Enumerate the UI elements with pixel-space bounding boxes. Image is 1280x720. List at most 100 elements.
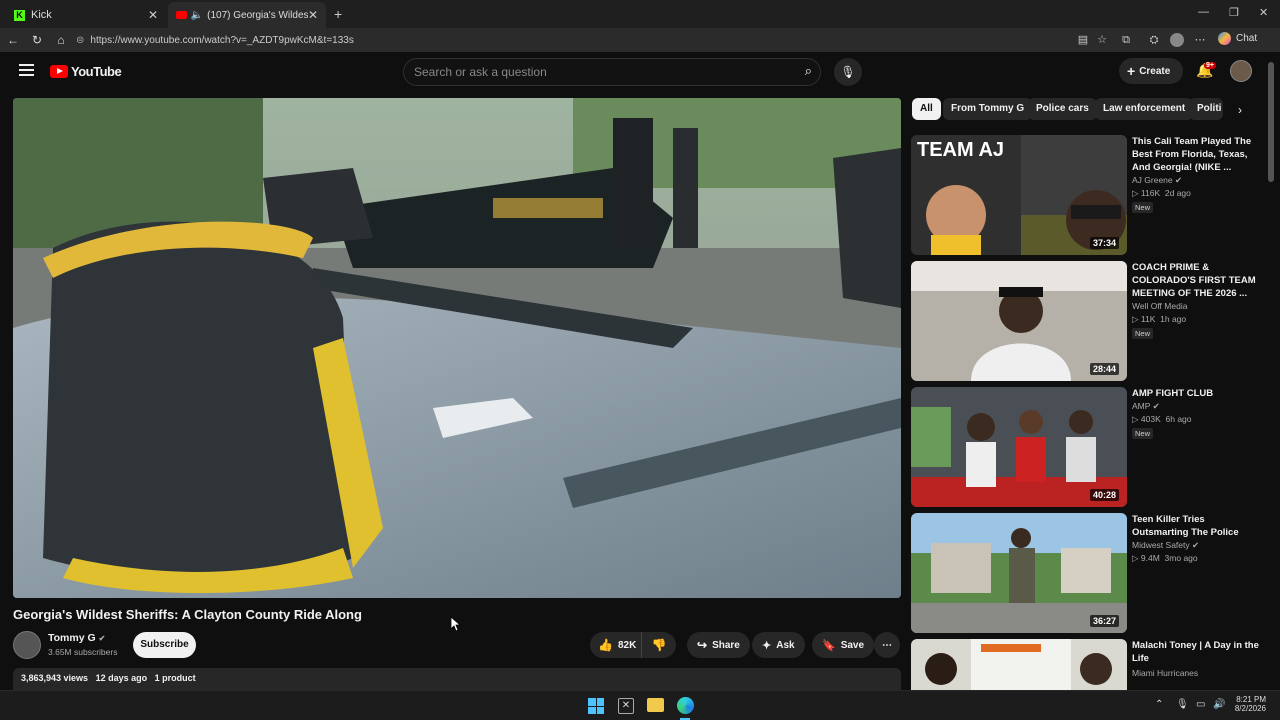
logo-text: YouTube <box>71 64 122 79</box>
network-icon[interactable]: ▭ <box>1196 699 1205 710</box>
restore-icon[interactable]: ❐ <box>1229 6 1239 19</box>
video-player[interactable] <box>13 98 901 598</box>
related-meta: ▷ 11K 1h ago <box>1132 314 1187 324</box>
url-field[interactable]: ⊜ https://www.youtube.com/watch?v=_AZDT9… <box>76 31 1076 49</box>
tab-label: (107) Georgia's Wildest Sheriff <box>207 9 308 21</box>
more-menu-icon[interactable]: ⋯ <box>1193 33 1207 47</box>
related-title[interactable]: Teen Killer Tries Outsmarting The Police <box>1132 513 1262 539</box>
related-age: 2d ago <box>1164 188 1191 198</box>
video-thumbnail[interactable]: 40:28 <box>911 387 1127 507</box>
related-video[interactable]: 36:27 Teen Killer Tries Outsmarting The … <box>911 513 1261 633</box>
avatar[interactable] <box>1230 60 1252 82</box>
description-box[interactable]: 3,863,943 views 12 days ago 1 product <box>13 668 901 690</box>
scrollbar-thumb[interactable] <box>1268 62 1274 182</box>
home-icon[interactable]: ⌂ <box>54 33 68 47</box>
edge-browser-icon[interactable] <box>677 697 694 714</box>
related-views: 9.4M <box>1140 553 1160 563</box>
related-video[interactable]: 40:28 AMP FIGHT CLUB AMP ✔ ▷ 403K 6h ago… <box>911 387 1261 507</box>
hamburger-menu-icon[interactable] <box>19 64 34 76</box>
plus-icon: + <box>1127 63 1136 79</box>
like-button[interactable]: 👍 82K <box>590 632 642 658</box>
clock-time: 8:21 PM <box>1236 695 1266 704</box>
clock[interactable]: 8:21 PM 8/2/2026 <box>1232 695 1266 713</box>
clock-date: 8/2/2026 <box>1234 704 1266 713</box>
search-icon[interactable]: ⌕ <box>805 63 812 79</box>
channel-avatar[interactable] <box>13 631 41 659</box>
chip-politics[interactable]: Politi <box>1189 98 1223 120</box>
video-thumbnail[interactable] <box>911 639 1127 690</box>
file-explorer-icon[interactable] <box>647 698 664 712</box>
thumbs-down-icon: 👎 <box>651 638 667 652</box>
chip-from-tommy-g[interactable]: From Tommy G <box>943 98 1033 120</box>
new-tab-icon[interactable]: + <box>334 6 342 22</box>
kick-icon: K <box>14 9 25 21</box>
youtube-logo[interactable]: YouTube <box>50 64 122 79</box>
ask-button[interactable]: ✦ Ask <box>752 632 805 658</box>
tab-kick[interactable]: K Kick ✕ <box>6 2 166 28</box>
copilot-icon <box>1218 32 1231 45</box>
profile-icon[interactable] <box>1170 33 1184 47</box>
video-thumbnail[interactable]: 28:44 <box>911 261 1127 381</box>
related-video[interactable]: 28:44 COACH PRIME & COLORADO'S FIRST TEA… <box>911 261 1261 381</box>
related-channel[interactable]: AJ Greene ✔ <box>1132 175 1182 186</box>
collections-icon[interactable]: ⛭ <box>1147 33 1161 47</box>
save-button[interactable]: 🔖 Save <box>812 632 875 658</box>
reader-icon[interactable]: ▤ <box>1076 33 1090 47</box>
chip-law-enforcement[interactable]: Law enforcement <box>1095 98 1194 120</box>
tab-youtube[interactable]: 🔈 (107) Georgia's Wildest Sheriff ✕ <box>168 2 326 28</box>
volume-icon[interactable]: 🔊 <box>1213 699 1225 710</box>
ask-label: Ask <box>776 639 795 651</box>
duration-badge: 37:34 <box>1089 237 1119 249</box>
save-label: Save <box>840 639 865 651</box>
site-info-icon[interactable]: ⊜ <box>76 35 84 46</box>
product-count: 1 product <box>154 673 196 683</box>
related-title[interactable]: This Cali Team Played The Best From Flor… <box>1132 135 1262 174</box>
related-channel[interactable]: Well Off Media <box>1132 301 1187 311</box>
related-title[interactable]: AMP FIGHT CLUB <box>1132 387 1262 400</box>
share-icon: ↪ <box>697 638 708 652</box>
more-actions-button[interactable]: ⋯ <box>874 632 900 658</box>
chevron-right-icon[interactable]: › <box>1230 100 1250 120</box>
duration-badge: 36:27 <box>1089 615 1119 627</box>
search-input[interactable]: Search or ask a question ⌕ <box>403 58 821 86</box>
back-icon[interactable]: ← <box>6 33 20 47</box>
reload-icon[interactable]: ↻ <box>30 33 44 47</box>
extensions-icon[interactable]: ⧉ <box>1119 33 1133 47</box>
duration-badge: 40:28 <box>1089 489 1119 501</box>
subscribe-button[interactable]: Subscribe <box>133 632 196 658</box>
chevron-up-icon[interactable]: ⌃ <box>1155 699 1163 710</box>
create-button[interactable]: + Create <box>1119 58 1183 84</box>
favorite-icon[interactable]: ☆ <box>1095 33 1109 47</box>
related-title[interactable]: COACH PRIME & COLORADO'S FIRST TEAM MEET… <box>1132 261 1262 300</box>
chip-police-cars[interactable]: Police cars <box>1028 98 1097 120</box>
related-video[interactable]: TEAM AJ 37:34 This Cali Team Played The … <box>911 135 1261 255</box>
related-channel-name: AMP <box>1132 401 1151 411</box>
share-button[interactable]: ↪ Share <box>687 632 750 658</box>
related-title[interactable]: Malachi Toney | A Day in the Life <box>1132 639 1261 665</box>
microphone-tray-icon[interactable]: 🎙 <box>1176 699 1189 710</box>
window-close-icon[interactable]: ✕ <box>1259 6 1268 19</box>
copilot-chat-button[interactable]: Chat <box>1218 32 1257 45</box>
like-count: 82K <box>617 639 637 651</box>
channel-name[interactable]: Tommy G ✔ <box>48 632 105 644</box>
related-channel[interactable]: AMP ✔ <box>1132 401 1160 412</box>
upload-age: 12 days ago <box>95 673 148 683</box>
video-thumbnail[interactable]: TEAM AJ 37:34 <box>911 135 1127 255</box>
video-thumbnail[interactable]: 36:27 <box>911 513 1127 633</box>
mouse-cursor-icon <box>450 616 462 636</box>
dislike-button[interactable]: 👎 <box>642 638 676 652</box>
close-icon[interactable]: ✕ <box>308 8 318 22</box>
youtube-play-icon <box>50 65 68 78</box>
chip-all[interactable]: All <box>912 98 941 120</box>
speaker-icon[interactable]: 🔈 <box>191 10 203 21</box>
microphone-icon[interactable]: 🎙 <box>834 58 862 86</box>
subscriber-count: 3.65M subscribers <box>48 647 118 657</box>
task-view-icon[interactable]: ✕ <box>618 698 634 714</box>
video-frame <box>13 98 901 598</box>
related-channel[interactable]: Midwest Safety ✔ <box>1132 540 1199 551</box>
start-icon[interactable] <box>588 698 604 714</box>
related-channel[interactable]: Miami Hurricanes <box>1132 668 1198 678</box>
minimize-icon[interactable]: — <box>1198 6 1209 18</box>
related-video[interactable]: Malachi Toney | A Day in the Life Miami … <box>911 639 1261 690</box>
close-icon[interactable]: ✕ <box>148 8 158 22</box>
